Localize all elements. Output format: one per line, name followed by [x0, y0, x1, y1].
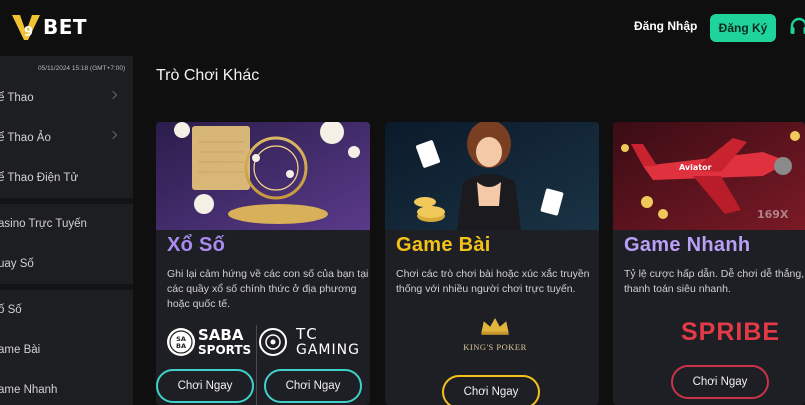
saba-label: SABA [198, 326, 244, 344]
spribe-logo[interactable]: SPRIBE [681, 318, 780, 347]
sidebar-item-esports[interactable]: ể Thao Điện Tử [0, 158, 133, 198]
play-now-button[interactable]: Chơi Ngay [671, 365, 769, 399]
top-header: 9 BET Đăng Nhập Đăng Ký [0, 0, 805, 56]
sidebar-item-label: ể Thao Điện Tử [0, 171, 79, 184]
sidebar-item-label: ể Thao Ảo [0, 131, 51, 144]
sidebar-item-label: ame Nhanh [0, 383, 58, 396]
vertical-divider [256, 325, 257, 405]
multiplier-label: 169X [757, 208, 789, 221]
saba-sub-label: SPORTS [198, 343, 252, 357]
tc-badge-icon [259, 328, 287, 356]
logo-text: BET [43, 15, 88, 39]
tc-label: TC [296, 325, 319, 343]
aviator-wordmark: Aviator [679, 163, 712, 172]
fast-games-card: Aviator 169X Game Nhanh Tỷ lệ cược hấp d… [613, 122, 805, 405]
card-description: Ghi lại cảm hứng về các con số của bạn t… [167, 267, 368, 312]
card-description-line: các quầy xổ số chính thức ở địa phương [167, 283, 357, 295]
lottery-card: Xổ Số Ghi lại cảm hứng về các con số của… [156, 122, 370, 405]
sidebar-datetime: 05/11/2024 15:18 (GMT+7:00) [38, 65, 126, 72]
sidebar-item-fast-games[interactable]: ame Nhanh [0, 370, 133, 405]
crown-icon [481, 318, 509, 335]
card-games-card: Game Bài Chơi các trò chơi bài hoặc xúc … [385, 122, 599, 405]
headset-icon[interactable] [789, 16, 805, 38]
brand-logo[interactable]: 9 BET [10, 12, 87, 42]
card-title: Xổ Số [167, 234, 226, 256]
svg-text:9: 9 [24, 25, 33, 40]
chevron-right-icon [108, 90, 118, 100]
card-description-line: thống với nhiều người chơi trực tuyến. [396, 283, 576, 295]
login-button[interactable]: Đăng Nhập [634, 19, 697, 33]
sidebar-item-slots[interactable]: uay Số [0, 244, 133, 284]
sidebar-item-casino[interactable]: asino Trực Tuyến [0, 204, 133, 244]
tc-sub-label: GAMING [296, 342, 360, 358]
play-now-button[interactable]: Chơi Ngay [442, 375, 540, 405]
logo-mark-icon: 9 [12, 15, 40, 40]
lottery-banner-image[interactable] [156, 122, 370, 230]
card-title: Game Nhanh [624, 234, 751, 256]
card-description: Tỷ lệ cược hấp dẫn. Dễ chơi dễ thắng, th… [624, 267, 804, 297]
sidebar-item-label: asino Trực Tuyến [0, 217, 87, 230]
card-description: Chơi các trò chơi bài hoặc xúc xắc truyề… [396, 267, 590, 297]
card-description-line: thanh toán siêu nhanh. [624, 283, 731, 295]
sidebar-item-lottery[interactable]: ố Số [0, 290, 133, 330]
register-button[interactable]: Đăng Ký [710, 14, 776, 42]
sidebar-item-sports[interactable]: ể Thao [0, 78, 133, 118]
card-description-line: Tỷ lệ cược hấp dẫn. Dễ chơi dễ thắng, [624, 268, 805, 280]
section-title: Trò Chơi Khác [156, 67, 260, 84]
chevron-right-icon [108, 130, 118, 140]
card-description-line: hoặc quốc tế. [167, 298, 231, 310]
svg-text:BA: BA [176, 342, 186, 350]
sidebar-item-virtual-sports[interactable]: ể Thao Ảo [0, 118, 133, 158]
sidebar-item-label: ố Số [0, 303, 22, 316]
play-now-button[interactable]: Chơi Ngay [264, 369, 362, 403]
card-description-line: Chơi các trò chơi bài hoặc xúc xắc truyề… [396, 268, 590, 280]
sidebar: 05/11/2024 15:18 (GMT+7:00) ể Thao ể Tha… [0, 56, 133, 405]
fast-games-banner-image[interactable]: Aviator 169X [613, 122, 805, 230]
kings-poker-label: KING'S POKER [463, 342, 527, 352]
card-description-line: Ghi lại cảm hứng về các con số của bạn t… [167, 268, 369, 280]
sidebar-item-label: ame Bài [0, 343, 41, 356]
card-title: Game Bài [396, 234, 491, 256]
tc-gaming-logo[interactable]: TC GAMING [258, 325, 370, 359]
card-games-banner-image[interactable] [385, 122, 599, 230]
saba-sports-logo[interactable]: SA BA SABA SPORTS [166, 325, 256, 359]
kings-poker-logo[interactable]: KING'S POKER [457, 316, 533, 356]
play-now-button[interactable]: Chơi Ngay [156, 369, 254, 403]
saba-badge-icon: SA BA [167, 328, 195, 356]
sidebar-item-label: ể Thao [0, 91, 34, 104]
sidebar-item-card-games[interactable]: ame Bài [0, 330, 133, 370]
sidebar-item-label: uay Số [0, 257, 34, 270]
